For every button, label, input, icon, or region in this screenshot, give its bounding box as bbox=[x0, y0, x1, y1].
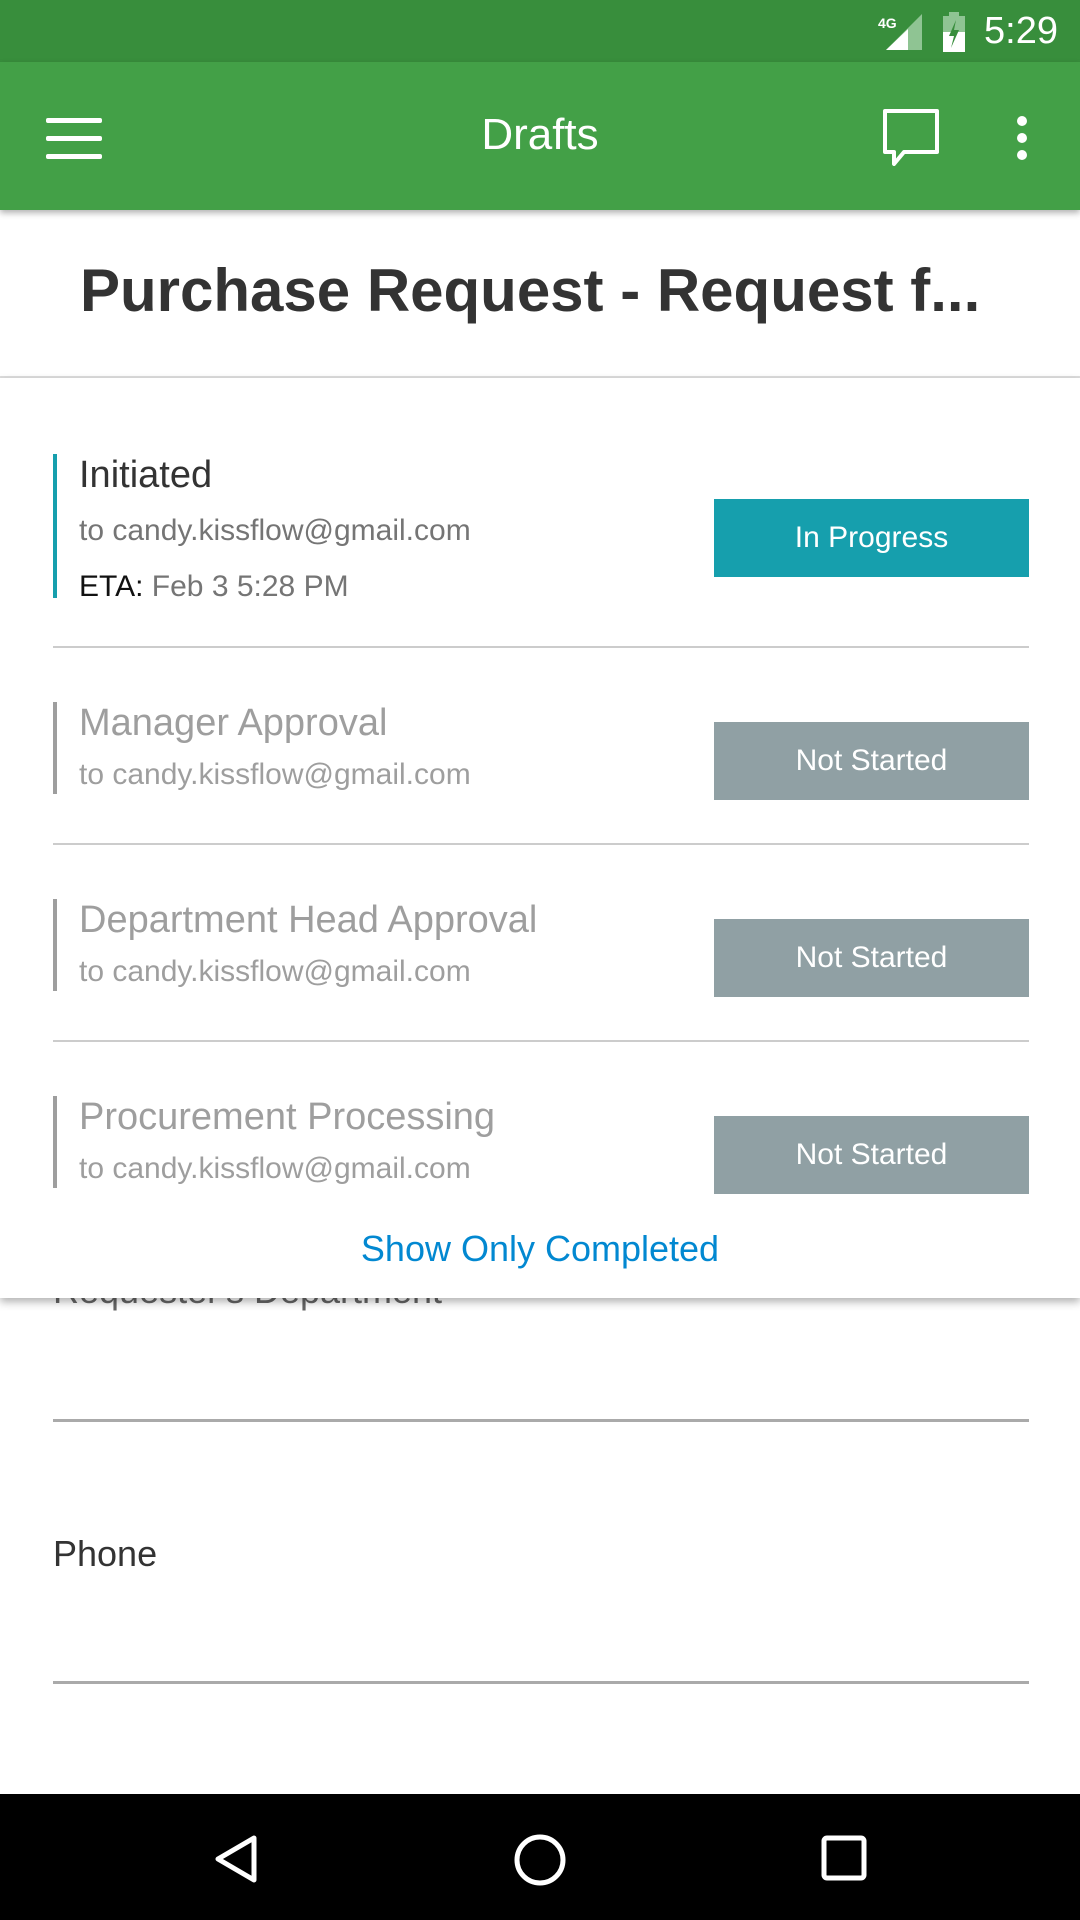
step-assignee: to candy.kissflow@gmail.com bbox=[79, 955, 471, 988]
home-icon[interactable] bbox=[512, 1832, 568, 1888]
status-bar: 4G 5:29 bbox=[0, 0, 1080, 62]
workflow-step: Department Head Approval to candy.kissfl… bbox=[53, 899, 1029, 997]
divider bbox=[53, 1040, 1029, 1042]
step-indicator bbox=[53, 454, 57, 598]
step-indicator bbox=[53, 899, 57, 991]
svg-text:4G: 4G bbox=[878, 15, 897, 31]
show-only-completed-link[interactable]: Show Only Completed bbox=[0, 1228, 1080, 1270]
status-badge: Not Started bbox=[714, 722, 1029, 800]
workflow-step: Manager Approval to candy.kissflow@gmail… bbox=[53, 702, 1029, 800]
step-title: Manager Approval bbox=[79, 702, 388, 744]
step-title: Procurement Processing bbox=[79, 1096, 496, 1138]
title-bar: Purchase Request - Request f... bbox=[0, 210, 1080, 378]
status-badge: Not Started bbox=[714, 1116, 1029, 1194]
app-bar: Drafts bbox=[0, 62, 1080, 210]
phone-input[interactable] bbox=[53, 1681, 1029, 1684]
signal-icon: 4G bbox=[878, 14, 922, 50]
page-title: Purchase Request - Request f... bbox=[80, 257, 981, 324]
more-vert-icon[interactable] bbox=[1012, 114, 1032, 164]
comment-icon[interactable] bbox=[882, 108, 940, 166]
workflow-step: Procurement Processing to candy.kissflow… bbox=[53, 1096, 1029, 1194]
clock: 5:29 bbox=[984, 10, 1058, 52]
divider bbox=[53, 646, 1029, 648]
step-indicator bbox=[53, 702, 57, 794]
step-title: Initiated bbox=[79, 454, 213, 496]
requesters-department-input[interactable] bbox=[53, 1419, 1029, 1422]
step-title: Department Head Approval bbox=[79, 899, 538, 941]
step-assignee: to candy.kissflow@gmail.com bbox=[79, 758, 471, 791]
status-badge: In Progress bbox=[714, 499, 1029, 577]
workflow-progress-card: Initiated to candy.kissflow@gmail.com ET… bbox=[0, 378, 1080, 1298]
field-label-phone: Phone bbox=[53, 1533, 158, 1574]
battery-charging-icon bbox=[943, 12, 965, 52]
status-badge: Not Started bbox=[714, 919, 1029, 997]
eta-value: Feb 3 5:28 PM bbox=[151, 570, 349, 603]
recents-icon[interactable] bbox=[820, 1834, 868, 1882]
step-assignee: to candy.kissflow@gmail.com bbox=[79, 514, 471, 547]
back-icon[interactable] bbox=[212, 1834, 262, 1884]
divider bbox=[53, 843, 1029, 845]
step-assignee: to candy.kissflow@gmail.com bbox=[79, 1152, 471, 1185]
step-indicator bbox=[53, 1096, 57, 1188]
eta-label: ETA: bbox=[79, 570, 144, 603]
navigation-bar bbox=[0, 1794, 1080, 1920]
workflow-step: Initiated to candy.kissflow@gmail.com ET… bbox=[53, 454, 1029, 603]
